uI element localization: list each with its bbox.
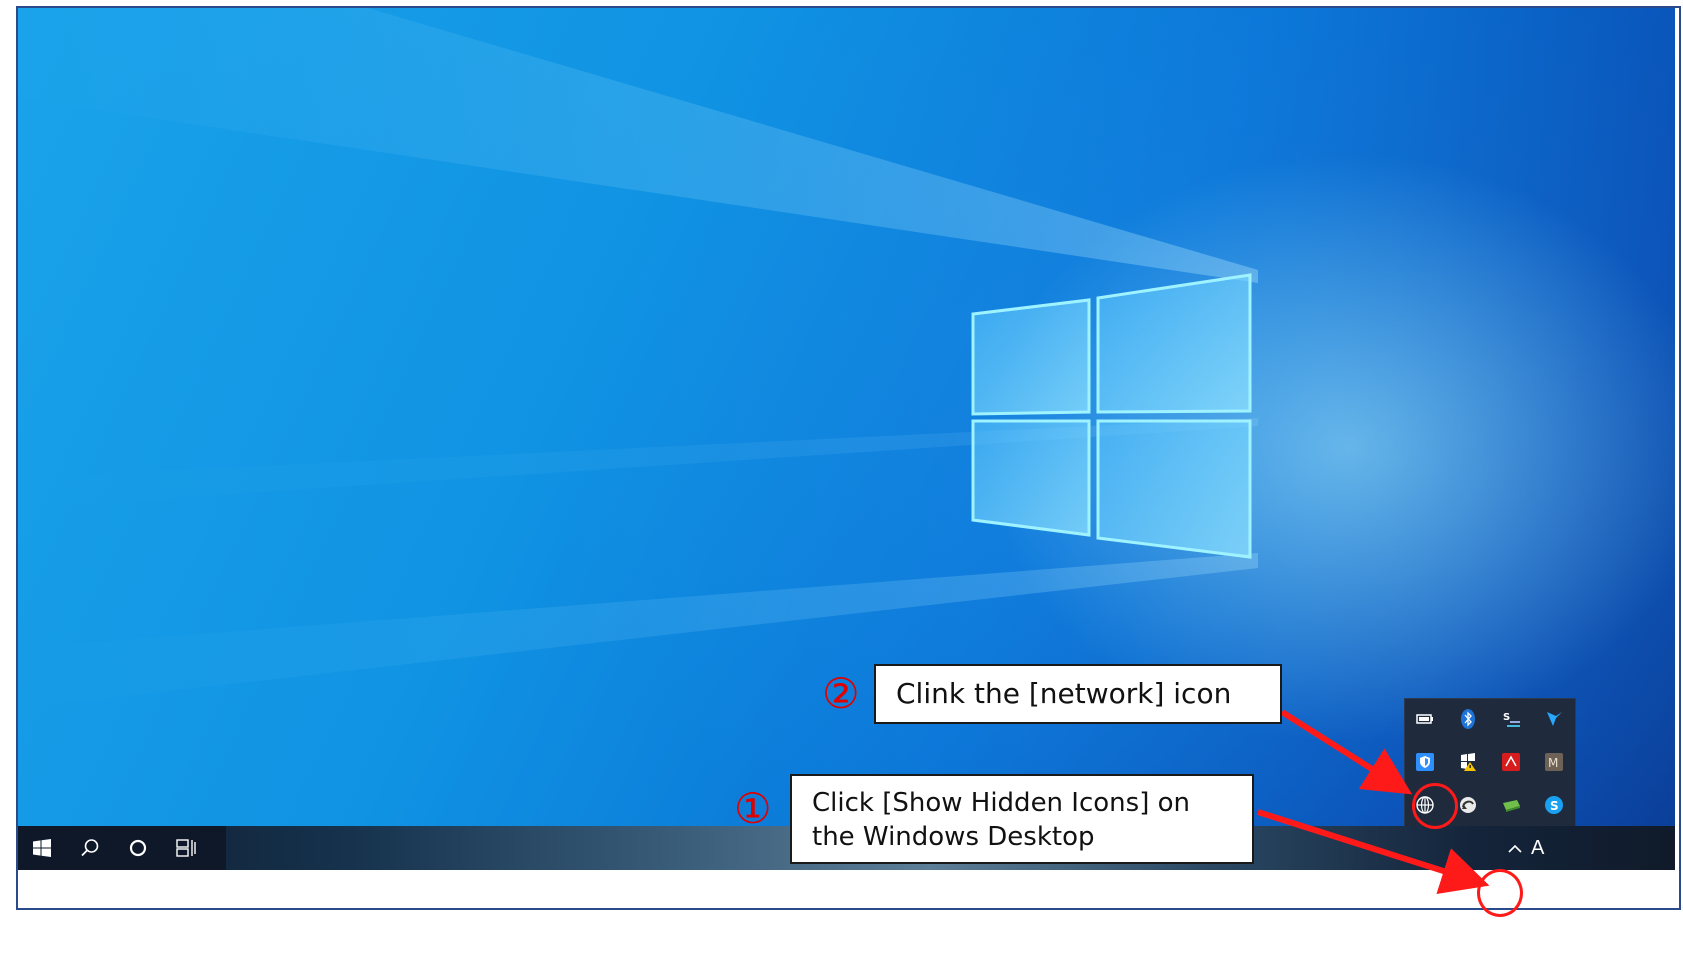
network-icon-highlight [1412,783,1458,829]
arrow-to-network-icon [1280,709,1413,795]
chevron-highlight [1477,869,1523,917]
step-2-text: Clink the [network] icon [896,677,1232,710]
step-2-callout: Clink the [network] icon [874,664,1282,724]
step-1-callout: Click [Show Hidden Icons] on the Windows… [790,774,1254,864]
step-1-line-1: Click [Show Hidden Icons] on [812,788,1190,818]
step-1-line-2: the Windows Desktop [812,822,1095,852]
step-1-number: ① [734,784,772,833]
step-2-number: ② [822,669,860,718]
